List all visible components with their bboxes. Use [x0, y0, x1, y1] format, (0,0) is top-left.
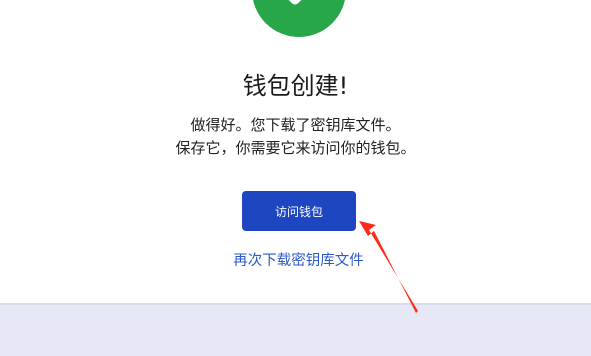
footer-band: [0, 303, 591, 356]
success-message-line2: 保存它，你需要它来访问你的钱包。: [175, 139, 416, 157]
wallet-created-page: 钱包创建! 做得好。您下载了密钥库文件。 保存它，你需要它来访问你的钱包。 访问…: [0, 0, 591, 356]
page-title: 钱包创建!: [242, 72, 349, 100]
success-message-line1: 做得好。您下载了密钥库文件。: [190, 116, 401, 134]
access-wallet-button[interactable]: 访问钱包: [242, 191, 356, 231]
success-checkmark-icon: [252, 0, 346, 37]
download-keystore-again-link[interactable]: 再次下载密钥库文件: [0, 250, 591, 272]
